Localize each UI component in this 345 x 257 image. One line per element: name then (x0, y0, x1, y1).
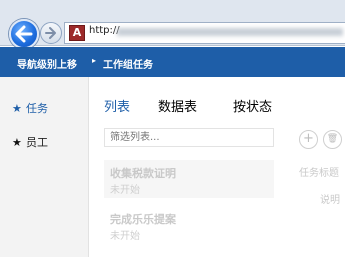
nav-item-label: 员工 (26, 136, 48, 149)
back-arrow-icon (15, 25, 33, 43)
breadcrumb[interactable]: 工作组任务 (103, 56, 153, 71)
url-text: http:// (89, 25, 120, 36)
list-item[interactable]: 收集税款证明 未开始 (104, 160, 274, 198)
star-icon: ★ (12, 136, 22, 149)
list-item[interactable]: 完成乐乐提案 未开始 (104, 206, 274, 244)
nav-item-employees[interactable]: ★ 员工 (12, 134, 48, 150)
description-label: 说明 (320, 195, 340, 206)
breadcrumb-separator-icon: ▸ (92, 56, 97, 65)
tab-datasheet[interactable]: 数据表 (158, 96, 197, 115)
nav-item-label: 任务 (26, 102, 48, 115)
plus-icon: + (303, 131, 314, 146)
app-ribbon: 导航级别上移 ▸ 工作组任务 (0, 47, 345, 77)
task-title-label: 任务标题 (299, 168, 339, 179)
forward-arrow-icon (45, 27, 56, 39)
address-bar[interactable]: A http:// (64, 22, 345, 44)
item-status: 未开始 (110, 231, 140, 242)
item-title: 完成乐乐提案 (110, 213, 176, 226)
item-title: 收集税款证明 (110, 167, 176, 180)
trash-icon: 🗑 (326, 134, 339, 144)
item-status: 未开始 (110, 185, 140, 196)
star-icon: ★ (12, 102, 22, 115)
tab-by-status[interactable]: 按状态 (233, 96, 272, 115)
nav-item-tasks[interactable]: ★ 任务 (12, 100, 48, 116)
browser-toolbar: A http:// (0, 0, 345, 49)
tab-list[interactable]: 列表 (104, 96, 130, 115)
filter-input[interactable] (104, 128, 274, 147)
left-navigation: ★ 任务 ★ 员工 (0, 77, 89, 257)
back-button[interactable] (9, 19, 39, 49)
forward-button[interactable] (40, 22, 62, 44)
blurred-url (117, 28, 343, 36)
access-site-icon: A (69, 25, 85, 41)
navigate-up-button[interactable]: 导航级别上移 (17, 56, 77, 71)
add-button[interactable]: + (299, 130, 318, 149)
delete-button[interactable]: 🗑 (323, 130, 342, 149)
